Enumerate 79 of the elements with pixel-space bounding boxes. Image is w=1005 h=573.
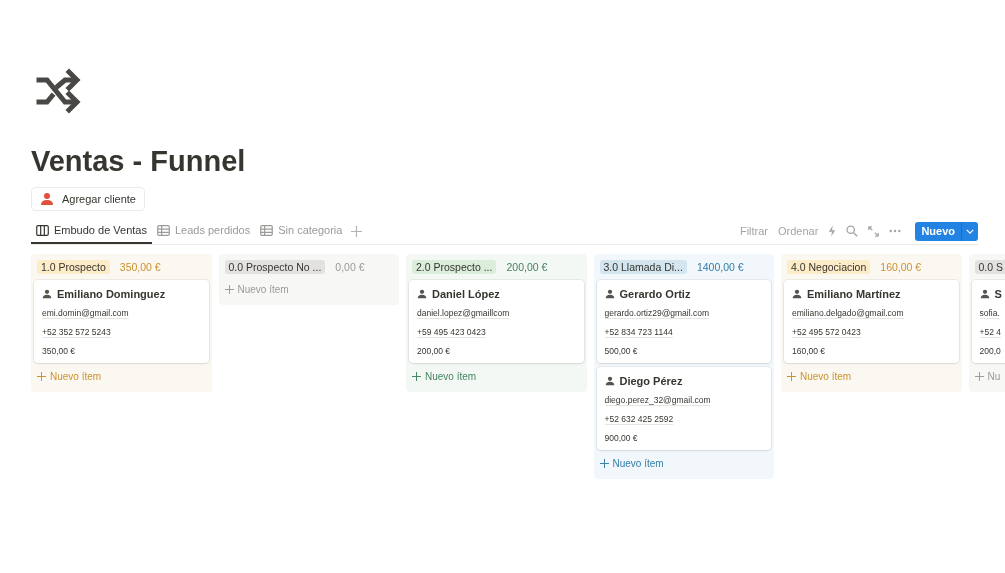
new-item-button[interactable]: Nuevo ítem — [221, 280, 292, 299]
lead-name: Gerardo Ortiz — [619, 288, 691, 300]
lead-name: Emiliano Martínez — [807, 288, 901, 300]
table-icon — [156, 224, 170, 236]
lead-card[interactable]: S sofia. +52 4 200,0 — [971, 280, 1005, 363]
status-tag: 3.0 Llamada Di... — [599, 260, 687, 274]
expand-icon[interactable] — [868, 225, 880, 237]
lead-amount: 350,00 € — [42, 346, 76, 356]
new-item-button[interactable]: Nuevo ítem — [409, 367, 480, 386]
person-icon — [417, 289, 427, 299]
person-icon — [40, 192, 54, 206]
lead-phone: +52 632 425 2592 — [604, 414, 674, 425]
column-total: 1400,00 € — [696, 261, 744, 273]
column-total: 200,00 € — [506, 261, 548, 273]
lead-phone: +52 834 723 1144 — [604, 327, 673, 338]
column-total: 350,00 € — [119, 261, 161, 273]
filter-button[interactable]: Filtrar — [739, 225, 768, 237]
lead-email: diego.perez_32@gmail.com — [604, 395, 711, 406]
status-tag: 0.0 Prospecto No ... — [224, 260, 326, 274]
new-button[interactable]: Nuevo — [915, 221, 961, 241]
lead-amount: 200,0 — [979, 346, 1001, 356]
lead-card[interactable]: Gerardo Ortiz gerardo.ortiz29@gmail.com +52 834 723 1144 500,00 € — [596, 280, 771, 363]
add-client-button[interactable]: Agregar cliente — [31, 187, 145, 211]
status-tag: 4.0 Negociacion — [787, 260, 871, 274]
lead-name: Diego Pérez — [619, 375, 683, 387]
lead-amount: 160,00 € — [792, 346, 826, 356]
lead-card[interactable]: Daniel López daniel.lopez@gmaillcom +59 495 423 0423 200,00 € — [409, 280, 584, 363]
plus-icon — [37, 372, 46, 381]
status-tag: 0.0 S — [974, 260, 1005, 274]
new-item-button[interactable]: Nuevo ítem — [596, 454, 667, 473]
column-total: 160,00 € — [880, 261, 922, 273]
status-tag: 2.0 Prospecto ... — [412, 260, 497, 274]
caret-icon — [966, 228, 974, 234]
lead-email: sofia. — [979, 308, 1000, 319]
new-item-button[interactable]: Nuevo ítem — [784, 367, 855, 386]
lead-phone: +52 495 572 0423 — [792, 327, 861, 338]
view-tab[interactable]: Sin categoria — [255, 218, 348, 244]
column-total: 0,00 € — [335, 261, 365, 273]
lead-email: gerardo.ortiz29@gmail.com — [604, 308, 710, 319]
plus-icon — [787, 372, 796, 381]
new-item-button[interactable]: Nu — [971, 367, 1004, 386]
plus-icon — [224, 285, 234, 294]
lead-phone: +52 352 572 5243 — [42, 327, 111, 338]
lead-name: Daniel López — [432, 288, 500, 300]
lead-email: daniel.lopez@gmaillcom — [417, 308, 510, 319]
person-icon — [604, 376, 615, 386]
lead-email: emiliano.delgado@gmail.com — [792, 308, 904, 319]
lead-amount: 900,00 € — [604, 433, 638, 443]
sort-button[interactable]: Ordenar — [778, 225, 819, 237]
person-icon — [979, 289, 990, 299]
lead-card[interactable]: Emiliano Dominguez emi.domin@gmail.com +52 352 572 5243 350,00 € — [34, 280, 209, 363]
lead-amount: 200,00 € — [417, 346, 451, 356]
status-tag: 1.0 Prospecto — [37, 260, 110, 274]
lead-name: Emiliano Dominguez — [57, 288, 166, 300]
new-item-button[interactable]: Nuevo ítem — [34, 367, 105, 386]
new-dropdown-button[interactable] — [961, 221, 978, 241]
add-view-icon[interactable] — [351, 225, 363, 237]
view-tab[interactable]: Embudo de Ventas — [31, 218, 152, 244]
person-icon — [604, 289, 615, 299]
plus-icon — [599, 459, 609, 468]
search-icon[interactable] — [846, 225, 859, 237]
plus-icon — [412, 372, 421, 381]
lead-amount: 500,00 € — [604, 346, 638, 356]
table-icon — [260, 224, 274, 236]
lead-phone: +59 495 423 0423 — [417, 327, 486, 338]
board-icon — [36, 224, 49, 236]
lead-name: S — [994, 288, 1002, 300]
lead-card[interactable]: Emiliano Martínez emiliano.delgado@gmail.com +52 495 572 0423 160,00 € — [784, 280, 959, 363]
more-icon[interactable] — [889, 229, 902, 233]
lead-email: emi.domin@gmail.com — [42, 308, 129, 319]
lightning-icon[interactable] — [828, 225, 837, 237]
shuffle-icon — [35, 68, 83, 116]
lead-card[interactable]: Diego Pérez diego.perez_32@gmail.com +52 632 425 2592 900,00 € — [596, 367, 771, 450]
view-tab[interactable]: Leads perdidos — [151, 218, 256, 244]
page-title: Ventas - Funnel — [31, 144, 247, 179]
person-icon — [792, 289, 802, 299]
person-icon — [42, 289, 52, 299]
lead-phone: +52 4 — [979, 327, 1001, 338]
plus-icon — [974, 372, 984, 381]
